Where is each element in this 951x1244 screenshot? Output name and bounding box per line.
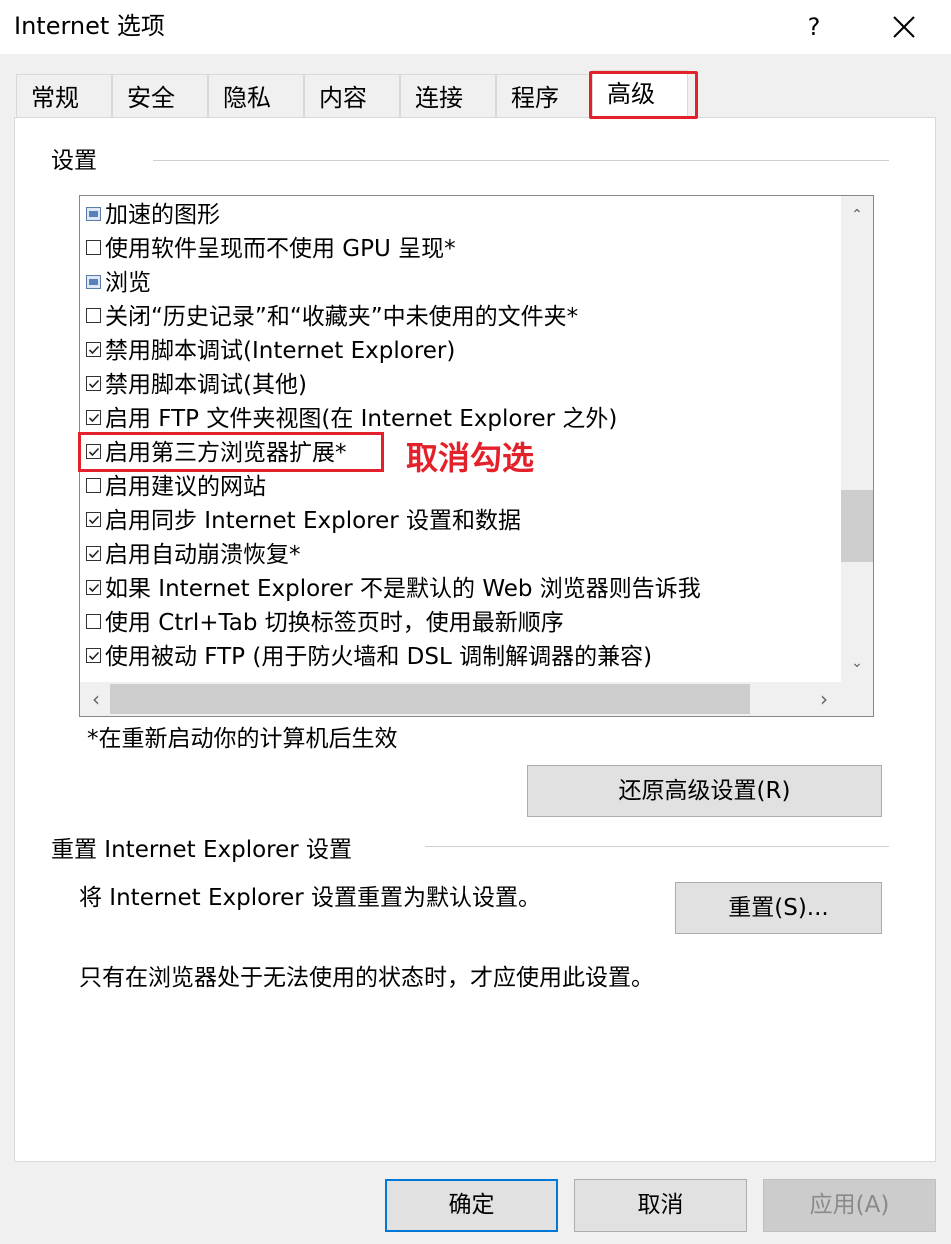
- vertical-scrollbar[interactable]: ⌃ ⌄: [841, 196, 873, 682]
- close-icon: [893, 16, 915, 38]
- list-item[interactable]: 使用软件呈现而不使用 GPU 呈现*: [86, 232, 456, 266]
- list-item[interactable]: 启用 FTP 文件夹视图(在 Internet Explorer 之外): [86, 402, 617, 436]
- reset-button[interactable]: 重置(S)...: [675, 882, 882, 934]
- settings-group-label: 设置: [51, 148, 97, 174]
- horizontal-scroll-thumb[interactable]: [110, 684, 750, 714]
- horizontal-scrollbar[interactable]: ‹ ›: [80, 682, 873, 716]
- cancel-button[interactable]: 取消: [574, 1179, 747, 1232]
- check-icon: [88, 651, 100, 661]
- advanced-panel: 设置 加速的图形 使用软件呈现而不使用 GPU 呈现* 浏览 关闭“历史记录”和…: [14, 117, 936, 1162]
- tab-advanced[interactable]: 高级: [592, 70, 688, 119]
- list-item: 浏览: [86, 266, 151, 300]
- list-item: 加速的图形: [86, 198, 220, 232]
- reset-divider: [425, 846, 889, 847]
- check-icon: [88, 549, 100, 559]
- tab-strip: 常规 安全 隐私 内容 连接 程序 高级: [16, 70, 936, 119]
- reset-warning: 只有在浏览器处于无法使用的状态时，才应使用此设置。: [79, 965, 654, 991]
- list-item[interactable]: 如果 Internet Explorer 不是默认的 Web 浏览器则告诉我: [86, 572, 701, 606]
- scroll-right-icon[interactable]: ›: [808, 682, 840, 716]
- tab-content[interactable]: 内容: [304, 74, 400, 118]
- category-icon: [86, 206, 101, 221]
- checkbox-checked[interactable]: [86, 546, 101, 561]
- window-title: Internet 选项: [14, 12, 165, 40]
- tab-connections[interactable]: 连接: [400, 74, 496, 118]
- list-item[interactable]: 关闭“历史记录”和“收藏夹”中未使用的文件夹*: [86, 300, 578, 334]
- title-bar: Internet 选项 ?: [0, 0, 951, 54]
- list-item[interactable]: 使用被动 FTP (用于防火墙和 DSL 调制解调器的兼容): [86, 640, 652, 674]
- check-icon: [88, 447, 100, 457]
- help-button[interactable]: ?: [790, 6, 838, 48]
- close-button[interactable]: [878, 6, 930, 48]
- apply-button[interactable]: 应用(A): [763, 1179, 936, 1232]
- tab-privacy[interactable]: 隐私: [208, 74, 304, 118]
- check-icon: [88, 413, 100, 423]
- check-icon: [88, 345, 100, 355]
- checkbox-unchecked[interactable]: [86, 614, 101, 629]
- restart-note: *在重新启动你的计算机后生效: [87, 726, 398, 752]
- reset-group-label: 重置 Internet Explorer 设置: [51, 837, 353, 863]
- check-icon: [88, 379, 100, 389]
- check-icon: [88, 583, 100, 593]
- settings-divider: [153, 160, 889, 161]
- list-item[interactable]: 启用自动崩溃恢复*: [86, 538, 301, 572]
- uncheck-annotation: 取消勾选: [406, 439, 535, 477]
- tab-security[interactable]: 安全: [112, 74, 208, 118]
- list-item[interactable]: 启用同步 Internet Explorer 设置和数据: [86, 504, 521, 538]
- scroll-left-icon[interactable]: ‹: [80, 682, 112, 716]
- checkbox-unchecked[interactable]: [86, 478, 101, 493]
- checkbox-checked[interactable]: [86, 410, 101, 425]
- checkbox-checked[interactable]: [86, 580, 101, 595]
- ok-button[interactable]: 确定: [385, 1179, 558, 1232]
- checkbox-unchecked[interactable]: [86, 308, 101, 323]
- list-item-third-party-extensions[interactable]: 启用第三方浏览器扩展*: [86, 436, 347, 470]
- tab-general[interactable]: 常规: [16, 74, 112, 118]
- category-icon: [86, 274, 101, 289]
- checkbox-checked[interactable]: [86, 444, 101, 459]
- list-item[interactable]: 使用 Ctrl+Tab 切换标签页时，使用最新顺序: [86, 606, 564, 640]
- list-item[interactable]: 启用建议的网站: [86, 470, 266, 504]
- list-item[interactable]: 禁用脚本调试(Internet Explorer): [86, 334, 455, 368]
- reset-description: 将 Internet Explorer 设置重置为默认设置。: [79, 885, 542, 911]
- checkbox-checked[interactable]: [86, 648, 101, 663]
- scroll-down-icon[interactable]: ⌄: [841, 648, 873, 678]
- checkbox-checked[interactable]: [86, 376, 101, 391]
- tab-programs[interactable]: 程序: [496, 74, 592, 118]
- vertical-scroll-thumb[interactable]: [841, 490, 873, 562]
- checkbox-checked[interactable]: [86, 342, 101, 357]
- list-item[interactable]: 禁用脚本调试(其他): [86, 368, 307, 402]
- restore-advanced-button[interactable]: 还原高级设置(R): [527, 765, 882, 817]
- checkbox-unchecked[interactable]: [86, 240, 101, 255]
- scroll-corner: [841, 682, 873, 716]
- check-icon: [88, 515, 100, 525]
- scroll-up-icon[interactable]: ⌃: [841, 200, 873, 230]
- checkbox-checked[interactable]: [86, 512, 101, 527]
